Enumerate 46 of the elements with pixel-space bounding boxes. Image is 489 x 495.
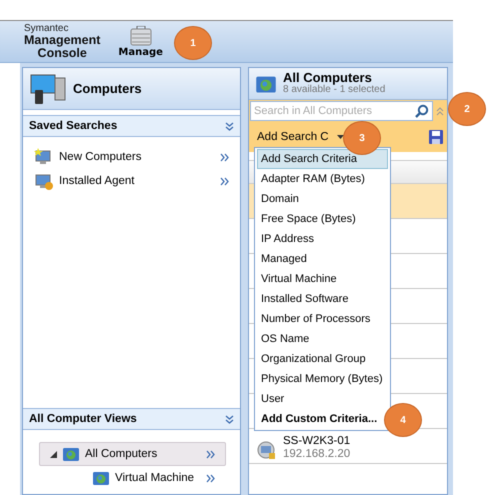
brand-text: Symantec: [24, 24, 68, 34]
brand-title: Console: [38, 46, 87, 59]
section-title: Saved Searches: [29, 120, 118, 132]
menu-item[interactable]: Adapter RAM (Bytes): [257, 169, 388, 189]
menu-item[interactable]: Add Search Criteria: [257, 149, 388, 169]
collapse-icon[interactable]: [225, 414, 234, 424]
expand-icon[interactable]: [206, 450, 215, 458]
callout-badge: 2: [448, 92, 486, 126]
computer-name: SS-W2K3-01: [283, 435, 350, 448]
computer-lock-icon: [257, 441, 277, 461]
globe-folder-icon: [92, 469, 110, 487]
search-icon[interactable]: [415, 104, 429, 118]
expand-icon[interactable]: [220, 176, 229, 186]
caret-icon: [336, 135, 344, 139]
menu-item[interactable]: Domain: [257, 189, 388, 209]
menu-item[interactable]: Virtual Machine: [257, 269, 388, 289]
menu-item[interactable]: Managed: [257, 249, 388, 269]
globe-folder-icon: [62, 445, 80, 463]
menu-item[interactable]: Organizational Group: [257, 349, 388, 369]
computer-icon: [29, 72, 67, 106]
save-icon[interactable]: [429, 130, 443, 144]
computer-warning-icon: [34, 172, 54, 190]
menu-item[interactable]: Physical Memory (Bytes): [257, 369, 388, 389]
saved-search-item[interactable]: New Computers: [23, 145, 240, 169]
add-criteria-dropdown[interactable]: Add Search C: [257, 131, 344, 143]
expand-icon[interactable]: [206, 474, 215, 482]
menu-item[interactable]: Installed Software: [257, 289, 388, 309]
collapse-icon[interactable]: [225, 122, 234, 130]
menu-item[interactable]: OS Name: [257, 329, 388, 349]
expander-icon[interactable]: [50, 450, 57, 458]
briefcase-icon[interactable]: [128, 26, 153, 46]
expand-icon[interactable]: [220, 152, 229, 162]
menu-item[interactable]: IP Address: [257, 229, 388, 249]
section-title: All Computer Views: [29, 413, 137, 425]
selection-count: 8 available - 1 selected: [283, 85, 386, 96]
menu-item[interactable]: Number of Processors: [257, 309, 388, 329]
panel-title: All Computers: [283, 71, 372, 86]
manage-label[interactable]: Manage: [118, 46, 163, 58]
brand-title: Management: [24, 34, 100, 46]
tree-item[interactable]: All Computers: [39, 442, 226, 466]
search-field[interactable]: Search in All Computers: [250, 101, 433, 121]
panel-title: Computers: [73, 81, 142, 96]
ip-address: 192.168.2.20: [283, 448, 350, 461]
saved-search-item[interactable]: Installed Agent: [23, 169, 240, 193]
menu-item[interactable]: Free Space (Bytes): [257, 209, 388, 229]
tree-item[interactable]: Virtual Machine: [39, 466, 226, 490]
